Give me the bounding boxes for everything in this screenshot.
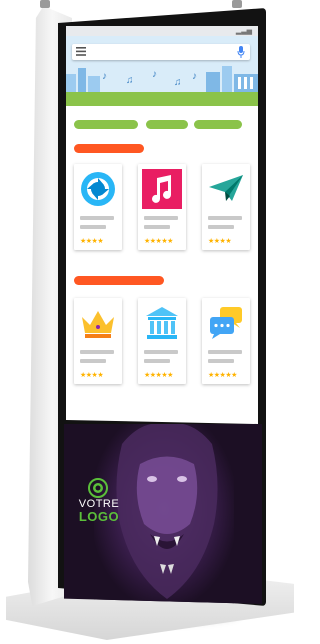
- mic-icon[interactable]: [237, 46, 245, 58]
- music-note-icon: ♫: [126, 75, 134, 86]
- app-title-placeholder: [80, 216, 114, 220]
- signal-strength-icon: ▂▃▅: [235, 28, 252, 35]
- logo-text-bottom: LOGO: [78, 509, 120, 524]
- rating-stars: ★★★★: [80, 372, 104, 379]
- app-subtitle-placeholder: [208, 225, 234, 229]
- app-title-placeholder: [208, 350, 242, 354]
- app-subtitle-placeholder: [144, 359, 170, 363]
- app-card[interactable]: ★★★★★: [138, 164, 186, 250]
- section-header-bar: [74, 276, 164, 285]
- camera-aperture-icon: [78, 169, 118, 209]
- rating-stars: ★★★★: [208, 238, 232, 245]
- app-card[interactable]: ★★★★: [74, 164, 122, 250]
- section-header-bar: [74, 144, 144, 153]
- kiosk-display: ♪ ♫ ♪ ♫ ♪ ▂▃▅ ★★★★ ★★★★★ ★★★★ ★★★★ ★★★★★…: [0, 0, 300, 644]
- music-note-icon: ♪: [102, 71, 107, 82]
- app-title-placeholder: [144, 350, 178, 354]
- app-subtitle-placeholder: [80, 359, 106, 363]
- search-bar[interactable]: [72, 44, 250, 60]
- app-card[interactable]: ★★★★: [202, 164, 250, 250]
- kiosk-screen: ♪ ♫ ♪ ♫ ♪ ▂▃▅ ★★★★ ★★★★★ ★★★★ ★★★★ ★★★★★…: [66, 26, 258, 424]
- music-note-icon: ♪: [192, 71, 197, 82]
- category-chip[interactable]: [146, 120, 188, 129]
- app-card[interactable]: ★★★★★: [202, 298, 250, 384]
- hero-grass-strip: [66, 92, 258, 106]
- category-chip[interactable]: [194, 120, 242, 129]
- app-title-placeholder: [144, 216, 178, 220]
- app-subtitle-placeholder: [208, 359, 234, 363]
- status-bar: ▂▃▅: [66, 26, 258, 36]
- chat-bubbles-icon: [206, 303, 246, 343]
- menu-icon[interactable]: [76, 47, 86, 56]
- logo-mark-icon: [88, 478, 108, 498]
- app-subtitle-placeholder: [80, 225, 106, 229]
- app-subtitle-placeholder: [144, 225, 170, 229]
- music-note-icon: [142, 169, 182, 209]
- city-skyline-illustration: [66, 66, 258, 92]
- music-note-icon: ♫: [174, 77, 182, 88]
- rating-stars: ★★★★★: [144, 372, 173, 379]
- app-card[interactable]: ★★★★: [74, 298, 122, 384]
- app-title-placeholder: [80, 350, 114, 354]
- rating-stars: ★★★★★: [208, 372, 237, 379]
- paper-plane-icon: [206, 169, 246, 209]
- music-note-icon: ♪: [152, 69, 157, 80]
- category-chip[interactable]: [74, 120, 138, 129]
- rating-stars: ★★★★★: [144, 238, 173, 245]
- mount-knob-left: [40, 0, 50, 8]
- rating-stars: ★★★★: [80, 238, 104, 245]
- mount-knob-right: [232, 0, 242, 8]
- museum-icon: [142, 303, 182, 343]
- app-card[interactable]: ★★★★★: [138, 298, 186, 384]
- crown-icon: [78, 303, 118, 343]
- app-title-placeholder: [208, 216, 242, 220]
